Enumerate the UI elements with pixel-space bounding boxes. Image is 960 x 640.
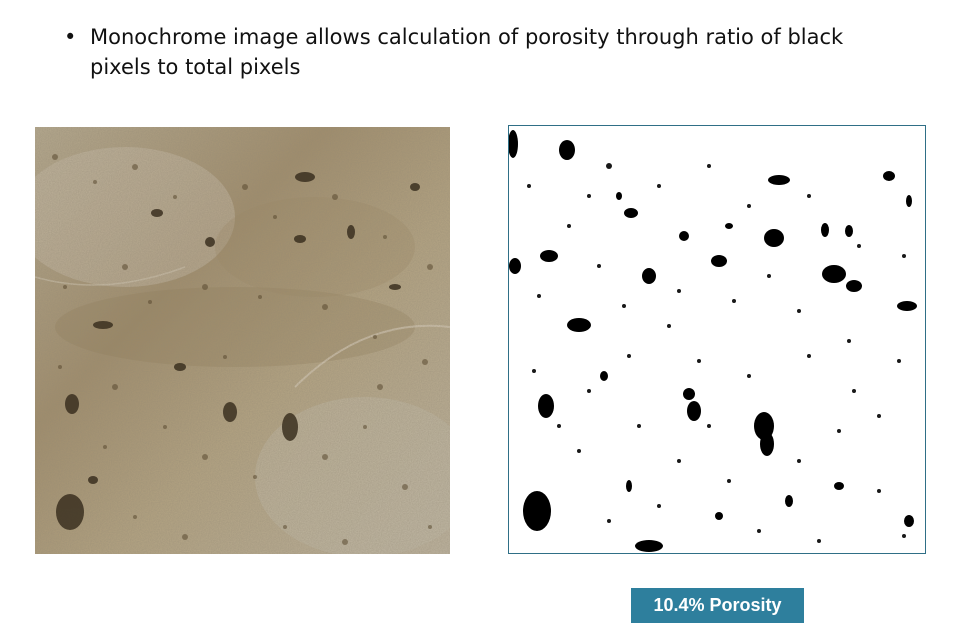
bullet-text: Monochrome image allows calculation of p… — [90, 25, 844, 79]
monochrome-threshold-image — [508, 125, 926, 554]
stone-surface-photo — [35, 127, 450, 554]
slide: • Monochrome image allows calculation of… — [0, 0, 960, 640]
porosity-label: 10.4% Porosity — [631, 588, 804, 623]
bullet-point: • Monochrome image allows calculation of… — [64, 22, 904, 82]
bullet-marker: • — [64, 25, 77, 49]
